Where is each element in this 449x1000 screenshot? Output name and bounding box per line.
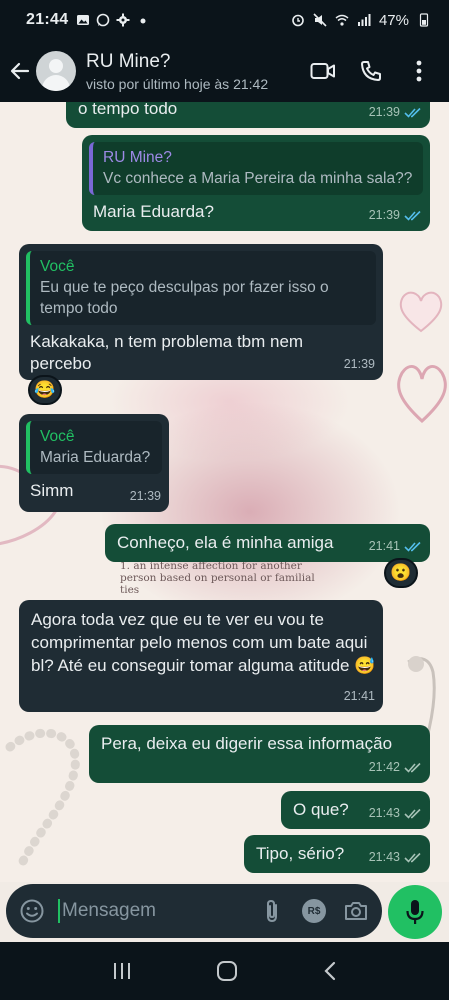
emoji-button[interactable] bbox=[18, 897, 46, 925]
message-time: 21:43 bbox=[368, 806, 400, 820]
battery-percent: 47% bbox=[378, 11, 409, 29]
camera-icon bbox=[345, 902, 367, 920]
settings-icon bbox=[116, 13, 130, 27]
message-bubble-outgoing[interactable]: Conheço, ela é minha amiga 21:41 bbox=[105, 524, 430, 562]
message-text: Agora toda vez que eu te ver eu vou te c… bbox=[31, 610, 376, 675]
message-time: 21:39 bbox=[368, 208, 400, 222]
message-time: 21:43 bbox=[368, 850, 400, 864]
smiley-icon bbox=[20, 899, 44, 923]
more-vertical-icon bbox=[416, 60, 422, 82]
dot-icon bbox=[140, 18, 146, 24]
camera-button[interactable] bbox=[342, 897, 370, 925]
double-check-icon bbox=[404, 762, 421, 773]
recent-apps-icon[interactable] bbox=[112, 962, 132, 980]
message-input[interactable]: Mensagem bbox=[62, 900, 258, 922]
quoted-text: Eu que te peço desculpas por fazer isso … bbox=[40, 279, 329, 317]
message-time: 21:42 bbox=[368, 760, 400, 774]
signal-icon bbox=[357, 14, 371, 26]
message-bubble-outgoing[interactable]: o tempo todo 21:39 bbox=[66, 102, 430, 128]
message-bubble-outgoing[interactable]: O que? 21:43 bbox=[281, 791, 430, 829]
contact-info[interactable]: RU Mine? visto por último hoje às 21:42 bbox=[86, 51, 295, 92]
message-bubble-incoming[interactable]: Você Maria Eduarda? Simm 21:39 bbox=[19, 414, 169, 512]
currency-icon: R$ bbox=[302, 899, 326, 923]
reaction-emoji: 😮 bbox=[390, 563, 412, 582]
system-navigation-bar bbox=[0, 942, 449, 1000]
alarm-icon bbox=[292, 14, 304, 27]
pearl-heart-icon bbox=[5, 728, 80, 872]
text-cursor bbox=[58, 899, 60, 923]
message-bubble-incoming[interactable]: Você Eu que te peço desculpas por fazer … bbox=[19, 244, 383, 380]
chat-area[interactable]: 1. an intense affection for another pers… bbox=[0, 102, 449, 882]
double-check-icon bbox=[404, 210, 421, 221]
double-check-icon bbox=[404, 107, 421, 118]
heart-outline-icon bbox=[399, 291, 443, 333]
double-check-icon bbox=[404, 541, 421, 552]
wallpaper-text-line: ties bbox=[120, 584, 140, 596]
last-seen: visto por último hoje às 21:42 bbox=[86, 75, 269, 92]
phone-icon bbox=[361, 61, 381, 81]
home-icon[interactable] bbox=[216, 960, 238, 982]
quoted-author: Você bbox=[40, 258, 75, 275]
wifi-icon bbox=[335, 14, 349, 26]
status-time: 21:44 bbox=[26, 11, 69, 28]
contact-name: RU Mine? bbox=[86, 50, 171, 72]
video-call-button[interactable] bbox=[303, 51, 343, 91]
quoted-message[interactable]: Você Maria Eduarda? bbox=[26, 421, 162, 474]
message-time: 21:41 bbox=[368, 539, 400, 553]
quoted-author: Você bbox=[40, 428, 75, 445]
message-time: 21:39 bbox=[343, 357, 375, 371]
battery-icon bbox=[419, 13, 429, 27]
quoted-message[interactable]: RU Mine? Vc conhece a Maria Pereira da m… bbox=[89, 142, 423, 195]
heart-outline-icon bbox=[397, 364, 447, 424]
more-options-button[interactable] bbox=[399, 51, 439, 91]
message-time: 21:39 bbox=[129, 489, 161, 503]
message-text: Pera, deixa eu digerir essa informação bbox=[101, 734, 393, 753]
message-bubble-outgoing[interactable]: Tipo, sério? 21:43 bbox=[244, 835, 430, 873]
reaction-emoji: 😂 bbox=[34, 380, 56, 399]
quoted-text: Vc conhece a Maria Pereira da minha sala… bbox=[103, 170, 413, 187]
quoted-message[interactable]: Você Eu que te peço desculpas por fazer … bbox=[26, 251, 376, 325]
message-time: 21:39 bbox=[368, 105, 400, 119]
double-check-icon bbox=[404, 852, 421, 863]
message-reaction[interactable]: 😮 bbox=[384, 558, 418, 588]
chat-header: RU Mine? visto por último hoje às 21:42 bbox=[0, 40, 449, 102]
voice-message-button[interactable] bbox=[388, 885, 442, 939]
quoted-text: Maria Eduarda? bbox=[40, 449, 151, 466]
composer-bar: Mensagem R$ bbox=[0, 882, 449, 942]
message-time: 21:41 bbox=[343, 689, 375, 703]
message-input-container: Mensagem R$ bbox=[6, 884, 382, 938]
status-bar: 21:44 47% bbox=[0, 0, 449, 40]
video-camera-icon bbox=[310, 63, 335, 79]
back-icon[interactable] bbox=[323, 961, 337, 981]
paperclip-icon bbox=[267, 899, 277, 923]
message-bubble-incoming[interactable]: Agora toda vez que eu te ver eu vou te c… bbox=[19, 600, 383, 712]
message-text: Kakakaka, n tem problema tbm nem percebo bbox=[30, 332, 304, 373]
message-reaction[interactable]: 😂 bbox=[28, 375, 62, 405]
message-bubble-outgoing[interactable]: Pera, deixa eu digerir essa informação 2… bbox=[89, 725, 430, 783]
microphone-icon bbox=[406, 900, 424, 924]
currency-label: R$ bbox=[307, 905, 321, 917]
payment-button[interactable]: R$ bbox=[300, 897, 328, 925]
back-arrow-icon[interactable] bbox=[8, 59, 32, 83]
avatar[interactable] bbox=[36, 51, 76, 91]
image-icon bbox=[77, 15, 90, 25]
message-bubble-outgoing[interactable]: RU Mine? Vc conhece a Maria Pereira da m… bbox=[82, 135, 430, 231]
wallpaper-text-line: person based on personal or familial bbox=[120, 572, 315, 584]
quoted-author: RU Mine? bbox=[103, 149, 172, 166]
attach-button[interactable] bbox=[258, 897, 286, 925]
double-check-icon bbox=[404, 808, 421, 819]
whatsapp-icon bbox=[97, 13, 110, 27]
voice-call-button[interactable] bbox=[351, 51, 391, 91]
mute-icon bbox=[313, 13, 327, 27]
